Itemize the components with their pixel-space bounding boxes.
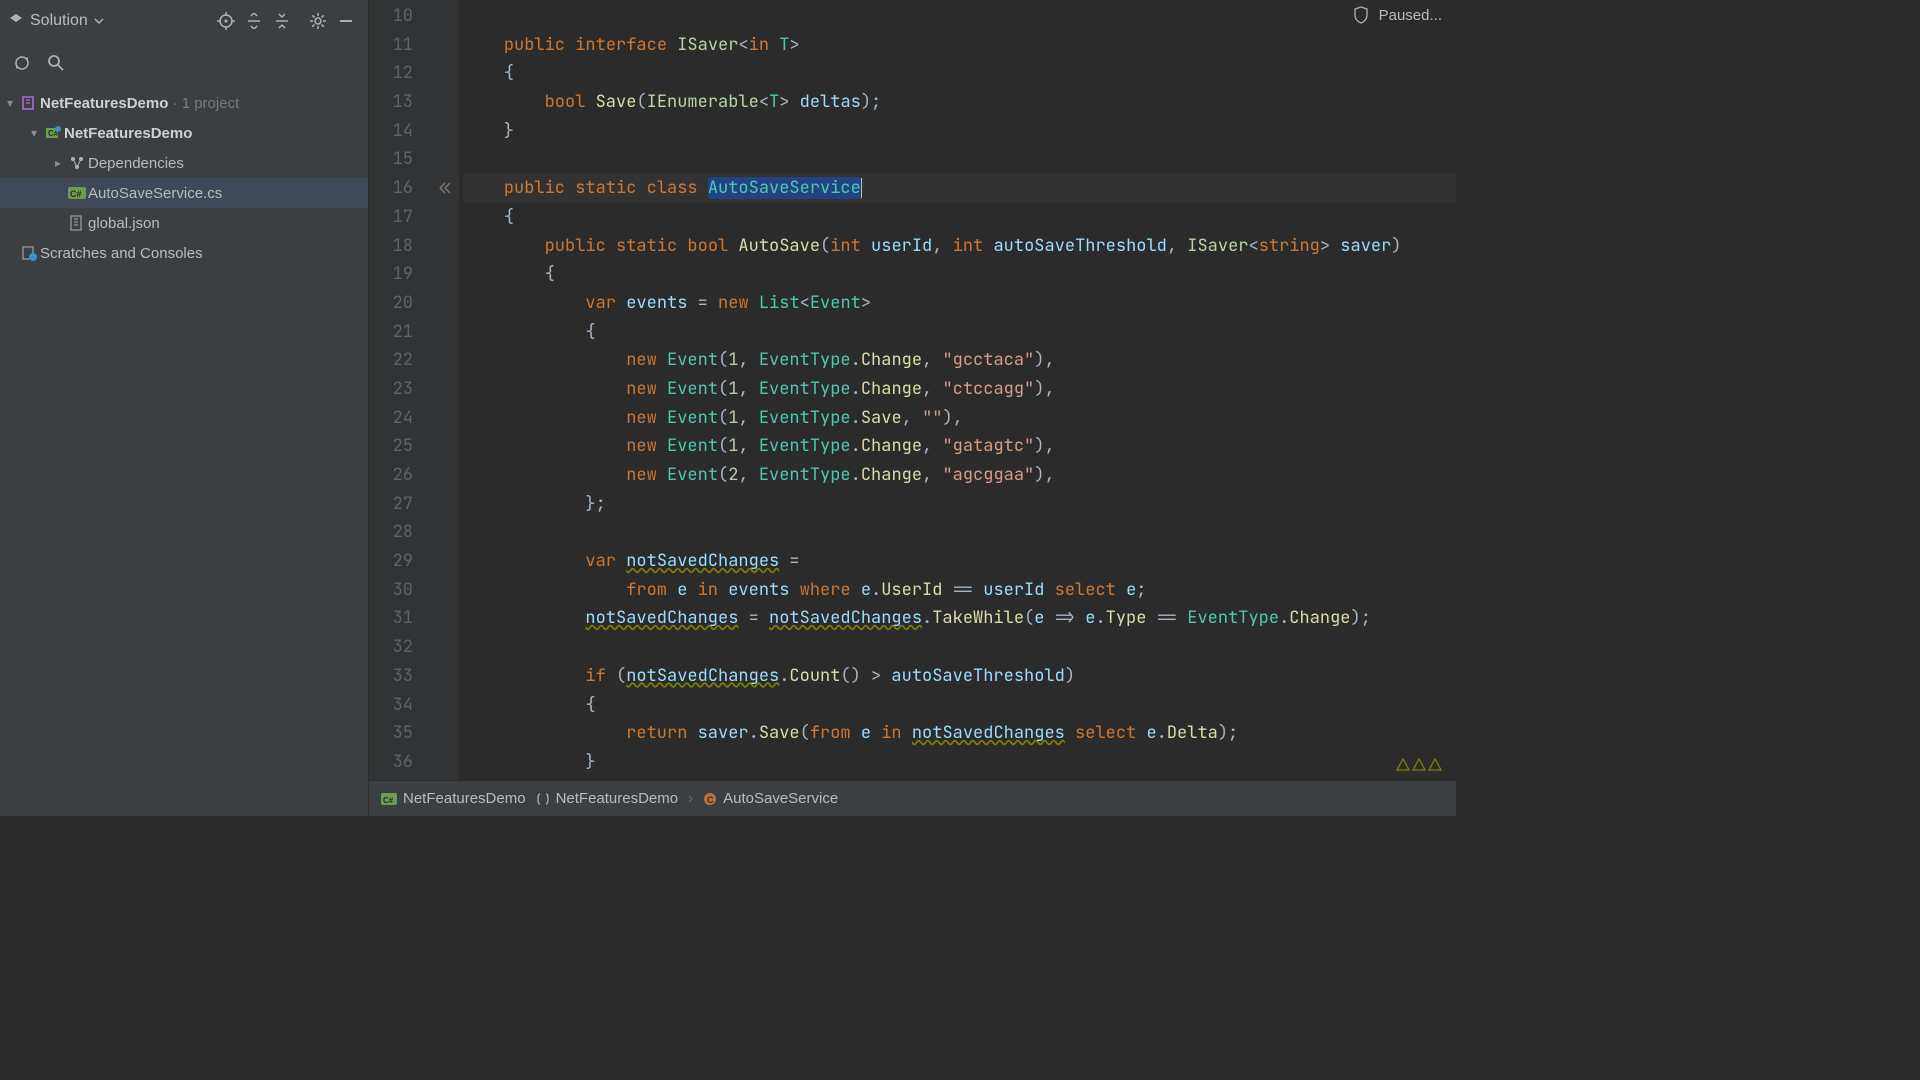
solution-file-icon <box>21 95 37 111</box>
minimize-icon[interactable] <box>332 7 360 35</box>
breadcrumb-class[interactable]: C AutoSaveService <box>703 790 838 807</box>
file-globaljson-label: global.json <box>88 215 160 232</box>
gear-icon[interactable] <box>304 7 332 35</box>
dependencies-label: Dependencies <box>88 155 184 172</box>
gutter-marks <box>431 0 459 780</box>
editor-status-bar: Paused... <box>1353 6 1442 24</box>
class-icon: C <box>703 792 717 806</box>
tree-file-autosave[interactable]: C# AutoSaveService.cs <box>0 178 368 208</box>
project-count: · 1 project <box>173 95 240 112</box>
solution-dropdown[interactable]: Solution <box>8 12 104 30</box>
solution-tree: ▾ NetFeaturesDemo · 1 project ▾ C# NetFe… <box>0 84 368 816</box>
cs-file-icon: C# <box>68 186 86 200</box>
collapse-all-icon[interactable] <box>268 7 296 35</box>
solution-title: Solution <box>30 12 88 30</box>
tree-dependencies-node[interactable]: ▸ Dependencies <box>0 148 368 178</box>
json-file-icon <box>69 215 85 231</box>
tree-project-node[interactable]: ▾ C# NetFeaturesDemo <box>0 118 368 148</box>
warning-triangle-icon <box>1396 758 1410 772</box>
rider-icon <box>8 13 24 29</box>
svg-text:C: C <box>707 795 714 805</box>
code-area[interactable]: 1011121314151617181920212223242526272829… <box>369 0 1456 780</box>
breadcrumb: C# NetFeaturesDemo NetFeaturesDemo › C A… <box>369 780 1456 816</box>
chevron-down-icon <box>94 16 104 26</box>
svg-text:C#: C# <box>383 796 394 805</box>
debug-status: Paused... <box>1379 7 1442 24</box>
shield-icon <box>1353 6 1369 24</box>
code-editor: Paused... 101112131415161718192021222324… <box>369 0 1456 816</box>
breadcrumb-separator: › <box>688 790 693 807</box>
breadcrumb-namespace[interactable]: NetFeaturesDemo <box>536 790 679 807</box>
namespace-icon <box>536 792 550 806</box>
target-icon[interactable] <box>212 7 240 35</box>
search-icon[interactable] <box>42 49 70 77</box>
sync-icon[interactable] <box>8 49 36 77</box>
project-name: NetFeaturesDemo <box>64 125 192 142</box>
scratches-label: Scratches and Consoles <box>40 245 203 262</box>
expand-all-icon[interactable] <box>240 7 268 35</box>
dependencies-icon <box>69 155 85 171</box>
tree-scratches-node[interactable]: Scratches and Consoles <box>0 238 368 268</box>
warning-triangle-icon <box>1428 758 1442 772</box>
solution-name: NetFeaturesDemo <box>40 95 168 112</box>
tree-file-globaljson[interactable]: global.json <box>0 208 368 238</box>
sidebar-header: Solution <box>0 0 368 42</box>
warning-triangle-icon <box>1412 758 1426 772</box>
line-number-gutter: 1011121314151617181920212223242526272829… <box>369 0 431 780</box>
svg-text:C#: C# <box>70 189 82 199</box>
solution-explorer: Solution <box>0 0 369 816</box>
inspection-indicators[interactable] <box>1396 758 1442 772</box>
scratches-icon <box>21 245 37 261</box>
csproj-icon: C# <box>381 792 397 806</box>
breadcrumb-project[interactable]: C# NetFeaturesDemo <box>381 790 526 807</box>
sidebar-toolbar <box>0 42 368 84</box>
code-lines[interactable]: public interface ISaver<in T> { bool Sav… <box>459 0 1456 780</box>
tree-solution-node[interactable]: ▾ NetFeaturesDemo · 1 project <box>0 88 368 118</box>
file-autosave-label: AutoSaveService.cs <box>88 185 222 202</box>
csproj-icon: C# <box>45 125 61 141</box>
